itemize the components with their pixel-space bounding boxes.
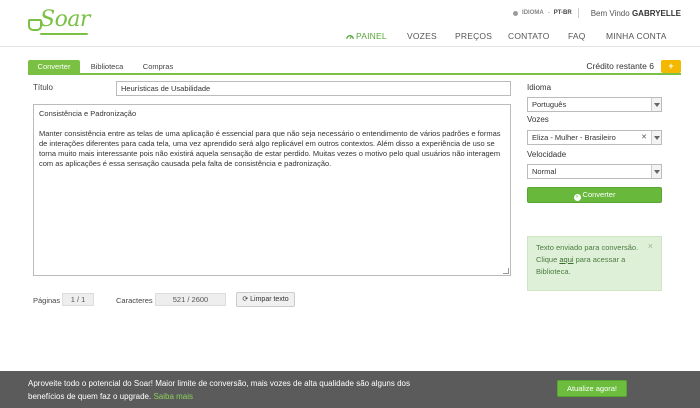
logo-text: Soar <box>40 7 90 32</box>
tab-compras[interactable]: Compras <box>136 60 180 73</box>
welcome-text: Bem Vindo GABRYELLE <box>591 9 681 18</box>
close-icon[interactable]: × <box>648 240 653 252</box>
credit-remaining: Crédito restante 6 <box>586 61 654 71</box>
tab-converter[interactable]: Converter <box>28 60 80 73</box>
language-select-value: Português <box>532 100 567 109</box>
chars-counter: 521 / 2600 <box>155 293 226 306</box>
title-input[interactable]: Heurísticas de Usabilidade <box>116 81 511 96</box>
title-label: Título <box>33 83 54 92</box>
globe-icon <box>513 10 519 16</box>
main-nav: PAINEL VOZES PREÇOS CONTATO FAQ MINHA CO… <box>346 30 667 42</box>
banner-text: Aproveite todo o potencial do Soar! Maio… <box>28 377 448 403</box>
chars-label: Caracteres <box>116 296 153 305</box>
welcome-prefix: Bem Vindo <box>590 8 630 18</box>
pages-label: Páginas <box>33 296 61 305</box>
tab-bar: Converter Biblioteca Compras Crédito res… <box>28 60 681 75</box>
text-body-textarea[interactable]: Consistência e Padronização Manter consi… <box>33 104 511 276</box>
clear-text-label: Limpar texto <box>250 296 289 303</box>
speed-select-label: Velocidade <box>527 150 567 159</box>
upgrade-button[interactable]: Atualize agora! <box>557 380 627 397</box>
dashboard-icon <box>346 35 354 40</box>
tab-biblioteca[interactable]: Biblioteca <box>84 60 130 73</box>
resize-handle-icon[interactable] <box>503 268 509 274</box>
language-separator: - <box>547 10 550 16</box>
body-paragraph: Manter consistência entre as telas de um… <box>39 129 501 168</box>
chevron-down-icon <box>651 131 661 144</box>
nav-item-painel[interactable]: PAINEL <box>346 31 407 41</box>
voice-select-value: Eliza - Mulher - Brasileiro <box>532 133 616 142</box>
language-value[interactable]: PT-BR <box>554 10 572 16</box>
topbar-divider <box>577 8 579 18</box>
nav-item-contato[interactable]: CONTATO <box>508 31 568 41</box>
convert-button[interactable]: › Converter <box>527 187 662 203</box>
soar-logo[interactable]: Soar <box>28 7 92 35</box>
clear-text-button[interactable]: ⟳ Limpar texto <box>236 292 295 307</box>
clear-selection-icon[interactable]: ✕ <box>641 131 647 144</box>
notice-library-link[interactable]: aqui <box>559 255 573 264</box>
chevron-down-icon <box>651 165 661 178</box>
buy-credit-button[interactable]: + <box>661 60 681 73</box>
convert-arrow-icon: › <box>573 194 581 201</box>
learn-more-link[interactable]: Saiba mais <box>153 392 193 401</box>
convert-label: Converter <box>582 190 616 199</box>
site-header: Soar IDIOMA - PT-BR Bem Vindo GABRYELLE … <box>0 0 700 47</box>
logo-underline <box>40 33 88 35</box>
speed-select-value: Normal <box>532 167 557 176</box>
language-select[interactable]: Português <box>527 97 662 112</box>
refresh-icon: ⟳ <box>242 296 249 303</box>
nav-item-faq[interactable]: FAQ <box>568 31 606 41</box>
voices-select-label: Vozes <box>527 115 549 124</box>
conversion-notice: Texto enviado para conversão. Clique aqu… <box>527 236 662 291</box>
nav-item-vozes[interactable]: VOZES <box>407 31 455 41</box>
top-bar: IDIOMA - PT-BR Bem Vindo GABRYELLE <box>513 7 681 19</box>
body-heading: Consistência e Padronização <box>39 109 137 118</box>
chevron-down-icon <box>651 98 661 111</box>
speed-select[interactable]: Normal <box>527 164 662 179</box>
nav-item-minha-conta[interactable]: MINHA CONTA <box>606 31 667 41</box>
nav-label-painel: PAINEL <box>356 31 387 41</box>
pages-counter: 1 / 1 <box>62 293 94 306</box>
plus-icon: + <box>668 61 674 71</box>
nav-item-precos[interactable]: PREÇOS <box>455 31 508 41</box>
banner-message: Aproveite todo o potencial do Soar! Maio… <box>28 379 411 401</box>
language-select-label: Idioma <box>527 83 552 92</box>
user-name[interactable]: GABRYELLE <box>632 9 681 18</box>
voice-select[interactable]: Eliza - Mulher - Brasileiro ✕ <box>527 130 662 145</box>
language-label[interactable]: IDIOMA <box>522 10 544 16</box>
